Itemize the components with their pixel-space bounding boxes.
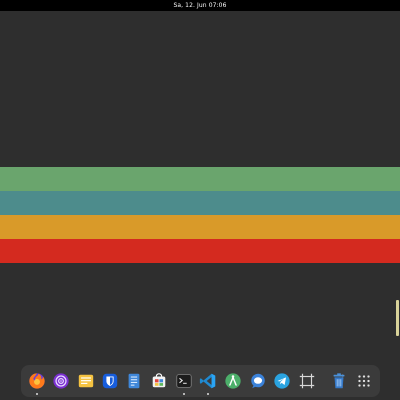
dock-trash[interactable] — [329, 371, 349, 391]
dock-app-terminal[interactable] — [174, 371, 194, 395]
dock-app-file-manager[interactable] — [124, 371, 144, 391]
screenshot-icon — [298, 372, 316, 390]
wallpaper-stripe-green — [0, 167, 400, 191]
running-indicator — [207, 393, 209, 395]
wallpaper-stripe-teal — [0, 191, 400, 215]
bitwarden-icon — [101, 372, 119, 390]
top-bar: Sa, 12. Jun 07:06 — [0, 0, 400, 11]
dock-app-podcasts[interactable] — [51, 371, 71, 391]
edge-handle — [396, 300, 399, 336]
android-studio-icon — [224, 372, 242, 390]
dock-app-android-studio[interactable] — [223, 371, 243, 391]
wallpaper-stripe-orange — [0, 215, 400, 239]
wallpaper-stripe-red — [0, 239, 400, 263]
terminal-icon — [175, 372, 193, 390]
dock-app-chat[interactable] — [248, 371, 268, 391]
chat-icon — [249, 372, 267, 390]
file-manager-icon — [125, 372, 143, 390]
podcasts-icon — [52, 372, 70, 390]
dock-app-screenshot[interactable] — [297, 371, 317, 391]
app-grid-icon — [355, 372, 373, 390]
telegram-icon — [273, 372, 291, 390]
dock-app-vscode[interactable] — [198, 371, 218, 395]
trash-icon — [330, 372, 348, 390]
vscode-icon — [199, 372, 217, 390]
dock-app-bitwarden[interactable] — [100, 371, 120, 391]
dock-app-telegram[interactable] — [272, 371, 292, 391]
firefox-icon — [28, 372, 46, 390]
dock — [21, 365, 380, 397]
desktop — [0, 11, 400, 400]
dock-app-firefox[interactable] — [27, 371, 47, 395]
dock-app-software-store[interactable] — [149, 371, 169, 391]
dock-show-apps[interactable] — [354, 371, 374, 391]
dock-app-mail[interactable] — [76, 371, 96, 391]
running-indicator — [183, 393, 185, 395]
mail-icon — [77, 372, 95, 390]
software-store-icon — [150, 372, 168, 390]
clock[interactable]: Sa, 12. Jun 07:06 — [173, 2, 226, 9]
running-indicator — [36, 393, 38, 395]
